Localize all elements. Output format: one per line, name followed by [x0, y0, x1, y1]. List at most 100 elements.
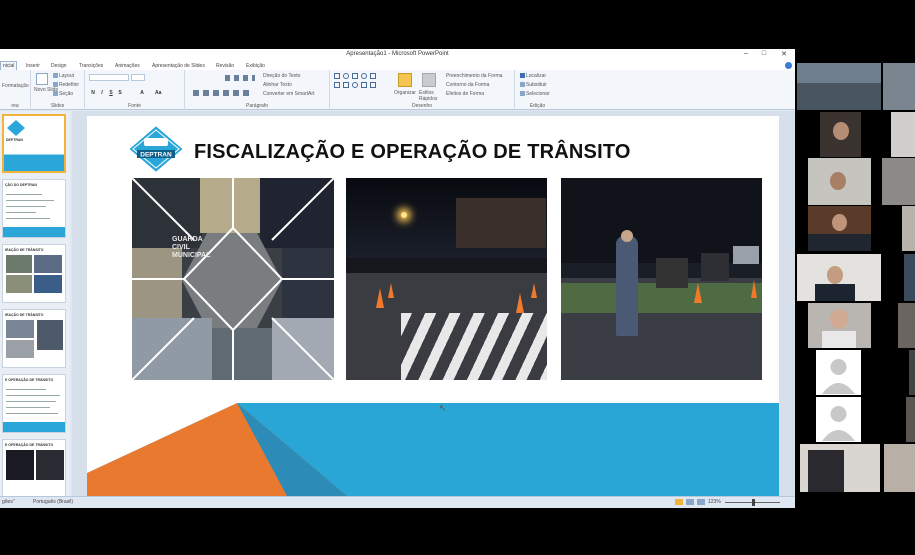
video-tile-4[interactable] [891, 112, 915, 157]
video-tile-1[interactable] [797, 63, 881, 110]
direcao-texto-button[interactable]: Direção do Texto [263, 73, 300, 79]
tab-transicoes[interactable]: Transições [79, 63, 103, 69]
street-light [401, 212, 407, 218]
normal-view-icon[interactable] [675, 499, 683, 505]
video-tile-3[interactable] [820, 112, 861, 157]
group-drawing: Organizar Estilos Rápidos Preenchimento … [330, 70, 515, 110]
participant-face [832, 214, 847, 231]
formatacao-button[interactable]: Formatação [2, 83, 29, 89]
slide-title[interactable]: FISCALIZAÇÃO E OPERAÇÃO DE TRÂNSITO [194, 141, 631, 164]
video-tile-14[interactable] [909, 350, 915, 395]
contorno-button[interactable]: Contorno da Forma [446, 82, 489, 88]
video-tile-5[interactable] [808, 158, 871, 205]
new-slide-icon[interactable] [36, 73, 48, 85]
underline-button[interactable]: S [108, 90, 114, 96]
section-icon [53, 91, 58, 97]
video-tile-6[interactable] [882, 158, 915, 205]
video-tile-15[interactable] [816, 397, 861, 442]
minimize-button[interactable]: – [740, 50, 752, 57]
arrange-icon[interactable] [398, 73, 412, 87]
participant-face [830, 309, 848, 329]
zoom-level[interactable]: 123% [708, 499, 721, 505]
slide-thumb-3[interactable]: IRAÇÃO DE TRÂNSITO [2, 244, 66, 303]
video-tile-10[interactable] [904, 254, 915, 301]
video-tile-17[interactable] [800, 444, 880, 492]
zoom-slider-thumb[interactable] [752, 499, 755, 506]
layout-icon [53, 73, 58, 79]
video-tile-16[interactable] [906, 397, 915, 442]
thumb-line [6, 212, 36, 213]
secao-button[interactable]: Seção [53, 91, 73, 97]
font-name-field[interactable] [89, 74, 129, 81]
slide-canvas[interactable]: DEPTRAN FISCALIZAÇÃO E OPERAÇÃO DE TRÂNS… [87, 116, 779, 496]
italic-button[interactable]: I [99, 90, 105, 96]
selecionar-button[interactable]: Selecionar [520, 91, 550, 97]
slide-thumb-6[interactable]: E OPERAÇÃO DE TRÂNSITO [2, 439, 66, 496]
tab-design[interactable]: Design [51, 63, 67, 69]
photo-checkpoint-night[interactable] [346, 178, 547, 380]
shapes-gallery[interactable] [334, 73, 390, 99]
select-icon [520, 91, 525, 97]
photo-officer-night[interactable] [561, 178, 762, 380]
change-case-button[interactable]: Aa [155, 90, 161, 96]
find-icon [520, 73, 525, 79]
status-language[interactable]: Português (Brasil) [33, 499, 73, 505]
video-tile-7[interactable] [808, 206, 871, 251]
uniform [815, 284, 855, 301]
video-tile-9[interactable] [797, 254, 881, 301]
logo-text: DEPTRAN [140, 152, 172, 159]
alinhar-texto-button[interactable]: Alinhar Texto [263, 82, 292, 88]
slides-panel: DEPTRAN ÇÃO DO DEPTRAN IRAÇÃO DE TRÂNSIT… [0, 111, 70, 496]
layout-button[interactable]: Layout [53, 73, 74, 79]
thumb-photo [6, 320, 34, 338]
thumb-line [6, 200, 54, 201]
thumb-4-title: IRAÇÃO DE TRÂNSITO [5, 313, 44, 317]
estilos-rapidos-button[interactable]: Estilos Rápidos [419, 90, 443, 102]
quick-styles-icon[interactable] [422, 73, 436, 87]
slide-thumb-5[interactable]: E OPERAÇÃO DE TRÂNSITO [2, 374, 66, 433]
localizar-button[interactable]: Localizar [520, 73, 546, 79]
bold-button[interactable]: N [90, 90, 96, 96]
video-tile-2[interactable] [883, 63, 915, 110]
thumb-line [6, 407, 50, 408]
video-tile-8[interactable] [902, 206, 915, 251]
video-tile-11[interactable] [808, 303, 871, 348]
slide-bottom-band [87, 403, 779, 496]
shape-star-icon [370, 82, 376, 88]
smartart-button[interactable]: Converter em SmartArt [263, 91, 314, 97]
font-size-field[interactable] [131, 74, 145, 81]
close-button[interactable]: ✕ [778, 50, 790, 58]
shadow-button[interactable]: S [117, 90, 123, 96]
group-paragraph: Direção do Texto Alinhar Texto Converter… [185, 70, 330, 110]
preenchimento-button[interactable]: Preenchimento da Forma [446, 73, 502, 79]
tab-inicio[interactable]: nicial [0, 61, 18, 70]
tab-revisao[interactable]: Revisão [216, 63, 234, 69]
tab-exibicao[interactable]: Exibição [246, 63, 265, 69]
efeitos-button[interactable]: Efeitos de Forma [446, 91, 484, 97]
photo-collage[interactable]: GUARDA CIVIL MUNICIPAL [132, 178, 334, 380]
alignment-buttons[interactable] [193, 90, 253, 96]
traffic-cones [694, 280, 757, 303]
tab-apresentacao[interactable]: Apresentação de Slides [152, 63, 205, 69]
organizar-button[interactable]: Organizar [394, 90, 416, 96]
tab-inserir[interactable]: Inserir [26, 63, 40, 69]
slide-thumb-4[interactable]: IRAÇÃO DE TRÂNSITO [2, 309, 66, 368]
slide-edit-area: DEPTRAN FISCALIZAÇÃO E OPERAÇÃO DE TRÂNS… [72, 111, 795, 496]
maximize-button[interactable]: □ [758, 50, 770, 57]
slide-thumb-1[interactable]: DEPTRAN [2, 114, 66, 173]
help-icon[interactable] [785, 62, 792, 69]
list-buttons[interactable] [225, 75, 255, 81]
thumb-photo [34, 275, 62, 293]
status-bar: gões" Português (Brasil) 123% [0, 496, 795, 508]
tab-animacoes[interactable]: Animações [115, 63, 140, 69]
redefinir-button[interactable]: Redefinir [53, 82, 79, 88]
slide-thumb-2[interactable]: ÇÃO DO DEPTRAN [2, 179, 66, 238]
reading-view-icon[interactable] [697, 499, 705, 505]
substituir-button[interactable]: Substituir [520, 82, 547, 88]
sorter-view-icon[interactable] [686, 499, 694, 505]
video-tile-13[interactable] [816, 350, 861, 395]
thumb-5-title: E OPERAÇÃO DE TRÂNSITO [5, 378, 54, 382]
video-tile-12[interactable] [898, 303, 915, 348]
video-tile-18[interactable] [884, 444, 915, 492]
font-color-button[interactable]: A [139, 90, 145, 96]
